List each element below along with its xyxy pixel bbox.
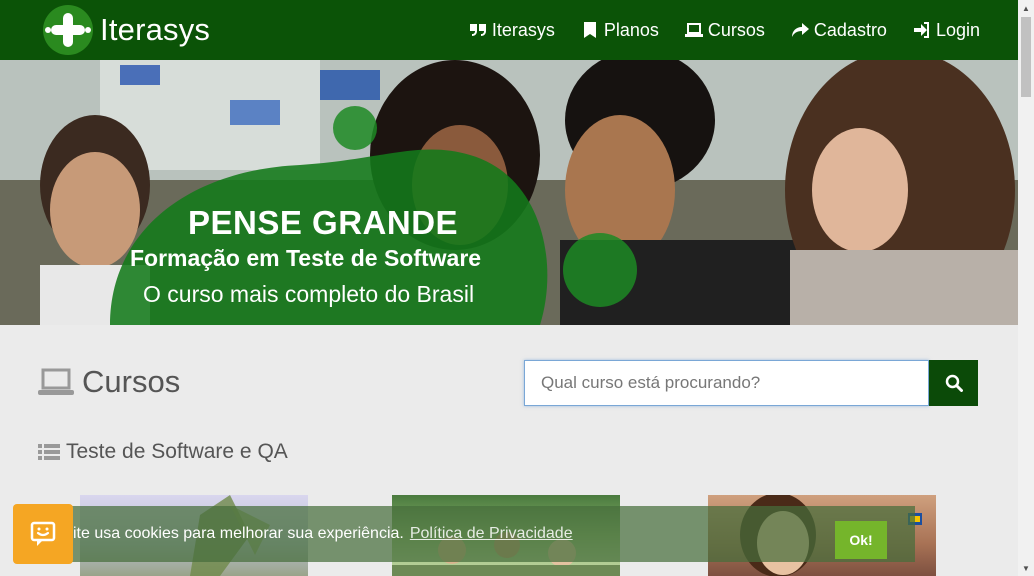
nav-menu: Iterasys Planos Cursos Cadastro Login [443,0,980,60]
nav-item-cursos[interactable]: Cursos [684,19,765,41]
nav-item-cadastro[interactable]: Cadastro [791,20,887,41]
quote-icon [469,24,486,36]
privacy-policy-link[interactable]: Política de Privacidade [410,525,573,543]
category-heading: Teste de Software e QA [38,438,288,466]
nav-item-planos[interactable]: Planos [581,20,659,41]
cookie-ok-button[interactable]: Ok! [835,521,887,559]
brand-name: Iterasys [100,12,211,47]
scroll-thumb[interactable] [1021,17,1031,97]
list-icon [38,444,60,460]
page-title-label: Cursos [82,364,181,399]
share-arrow-icon [791,23,809,37]
page-scrollbar[interactable]: ▲ ▼ [1018,0,1034,576]
nav-item-label: Iterasys [491,19,555,40]
hero-tagline: O curso mais completo do Brasil [143,281,475,307]
brand[interactable]: Iterasys [42,4,210,56]
scroll-up-icon[interactable]: ▲ [1018,0,1034,16]
hero-subtitle: Formação em Teste de Software [130,245,482,271]
nav-item-label: Cursos [707,19,765,40]
bookmark-icon [583,22,596,38]
laptop-icon [684,23,703,37]
scroll-down-icon[interactable]: ▼ [1018,560,1034,576]
nav-item-iterasys[interactable]: Iterasys [469,20,555,41]
laptop-icon [38,368,74,395]
sign-in-icon [913,22,929,38]
nav-item-label: Planos [603,19,659,40]
chat-smile-icon [30,521,56,546]
cookie-message: ite usa cookies para melhorar sua experi… [73,506,573,562]
cookie-text: ite usa cookies para melhorar sua experi… [73,525,404,542]
search-input[interactable] [524,360,929,406]
iterasys-logo-icon [43,5,93,55]
navbar: Iterasys Iterasys Planos Cursos Cadastro… [0,0,1018,60]
hero-banner: PENSE GRANDE Formação em Teste de Softwa… [0,60,1018,325]
cookie-banner: ite usa cookies para melhorar sua experi… [55,506,915,562]
nav-item-label: Login [935,19,980,40]
nav-item-login[interactable]: Login [913,20,980,41]
category-label: Teste de Software e QA [66,440,288,463]
cookie-settings-button[interactable] [13,504,73,564]
nav-item-label: Cadastro [813,19,887,40]
hero-title: PENSE GRANDE [188,204,459,241]
page-title: Cursos [38,362,180,402]
search-button[interactable] [929,360,978,406]
search-icon [945,374,963,392]
